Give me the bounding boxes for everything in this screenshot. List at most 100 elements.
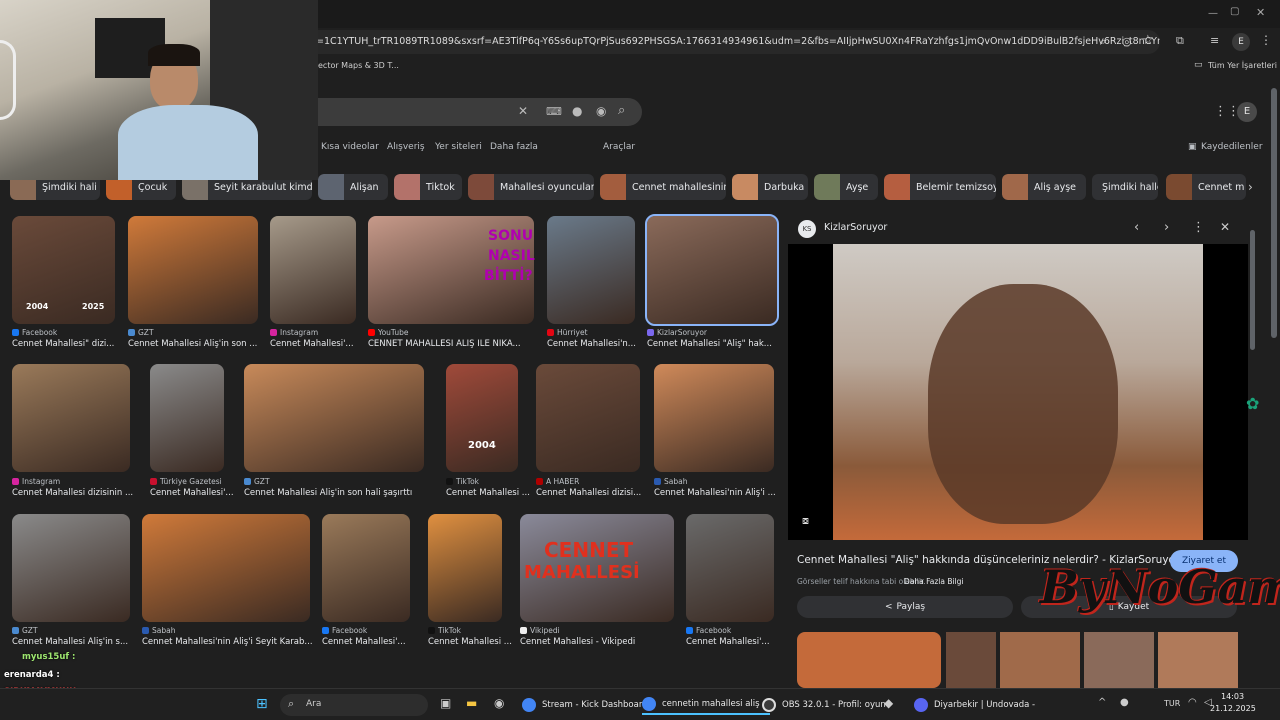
search-icon[interactable]: ⌕ [618,103,625,118]
lens-icon[interactable]: ◉ [596,104,606,118]
wifi-icon[interactable]: ◠ [1188,697,1197,708]
result-title[interactable]: Cennet Mahallesi Aliş'in son ... [128,339,282,349]
image-result[interactable] [536,364,640,472]
image-result[interactable] [244,364,424,472]
keyboard-icon[interactable]: ⌨ [546,105,562,118]
image-result[interactable] [12,364,130,472]
taskbar-item-discord[interactable]: Diyarbekir | Undovada - [914,695,1035,715]
related-image[interactable] [946,632,996,688]
tray-app-icon[interactable]: ● [1120,697,1129,708]
google-search-box[interactable] [300,98,642,126]
related-image[interactable] [797,632,941,688]
address-bar[interactable]: =1C1YTUH_trTR1089TR1089&sxsrf=AE3TifP6q-… [300,30,1160,54]
taskbar-item-chrome[interactable]: cennetin mahallesi aliş ... [642,695,771,715]
image-result[interactable] [128,216,258,324]
taskbar-item-obs[interactable]: OBS 32.0.1 - Profil: oyun [762,695,886,715]
result-title[interactable]: Cennet Mahallesi ... [446,488,542,498]
more-info-link[interactable]: Daha Fazla Bilgi [904,577,963,586]
suggestion-chip[interactable]: Mahallesi oyuncuları [468,174,594,200]
tab-sites[interactable]: Yer siteleri [435,142,482,152]
tab-more[interactable]: Daha fazla [490,142,538,152]
saved-link[interactable]: Kaydedilenler [1201,142,1263,152]
related-image[interactable] [1000,632,1080,688]
tab-shopping[interactable]: Alışveriş [387,142,425,152]
tools-button[interactable]: Araçlar [603,142,635,152]
suggestion-chip[interactable]: Belemir temizsoy [884,174,996,200]
start-icon[interactable]: ⊞ [256,696,268,712]
image-result[interactable] [645,214,779,326]
image-result[interactable] [322,514,410,622]
task-view-icon[interactable]: ▣ [440,696,451,710]
result-title[interactable]: Cennet Mahallesi - Vikipedi [520,637,698,647]
close-panel-icon[interactable]: ✕ [1220,220,1230,234]
result-title[interactable]: Cennet Mahallesi Aliş'in s... [12,637,154,647]
image-result[interactable] [428,514,502,622]
clock-date[interactable]: 21.12.2025 [1210,704,1256,713]
visual-search-icon[interactable]: ⧇ [802,514,809,528]
preview-image[interactable] [833,244,1203,540]
clear-icon[interactable]: ✕ [518,104,528,118]
result-title[interactable]: Cennet Mahallesi'n... [547,339,659,349]
profile-avatar[interactable]: E [1232,33,1250,51]
language-indicator[interactable]: TUR [1164,699,1180,708]
result-title[interactable]: Cennet Mahallesi'... [150,488,248,498]
related-image[interactable] [1158,632,1238,688]
suggestion-chip[interactable]: Cennet m [1166,174,1246,200]
assistant-icon[interactable]: ✿ [1246,394,1259,413]
result-title[interactable]: Cennet Mahallesi'nin Aliş'i Seyit Karab.… [142,637,334,647]
result-title[interactable]: Cennet Mahallesi'... [270,339,380,349]
image-result[interactable] [270,216,356,324]
result-title[interactable]: Cennet Mahallesi ... [428,637,526,647]
tray-chevron-icon[interactable]: ^ [1098,697,1106,708]
tab-short-videos[interactable]: Kısa videolar [321,142,379,152]
result-title[interactable]: Cennet Mahallesi dizisinin ... [12,488,154,498]
more-options-icon[interactable]: ⋮ [1192,220,1205,235]
taskbar-search[interactable]: ⌕ Ara [280,694,428,716]
suggestion-chip[interactable]: Şimdiki halleri [1092,174,1158,200]
media-icon[interactable]: ≡ [1210,34,1219,47]
all-bookmarks[interactable]: Tüm Yer İşaretleri [1208,61,1277,70]
related-image[interactable] [1084,632,1154,688]
prev-icon[interactable]: ‹ [1134,220,1139,235]
zoom-icon[interactable]: ⌕ [1100,35,1106,49]
taskbar-item-stream[interactable]: Stream - Kick Dashboard [522,695,648,715]
image-result[interactable] [686,514,774,622]
result-title[interactable]: Cennet Mahallesi'nin Aliş'i ... [654,488,798,498]
suggestion-chip[interactable]: Ayşe [814,174,878,200]
maximize-icon[interactable]: ▢ [1230,6,1239,17]
result-title[interactable]: Cennet Mahallesi" dizi... [12,339,139,349]
suggestion-chip[interactable]: Darbuka [732,174,808,200]
clock-time[interactable]: 14:03 [1221,692,1244,701]
suggestion-chip[interactable]: Aliş ayşe [1002,174,1086,200]
minimize-icon[interactable]: — [1208,8,1218,19]
mic-icon[interactable]: ● [572,104,582,118]
tracking-icon[interactable]: ◎ [1122,35,1132,48]
share-button[interactable]: < Paylaş [797,596,1013,618]
close-window-icon[interactable]: ✕ [1256,6,1265,19]
image-result[interactable] [446,364,518,472]
image-result[interactable] [654,364,774,472]
result-title[interactable]: Cennet Mahallesi dizisi... [536,488,664,498]
steam-icon[interactable]: ◉ [494,696,504,710]
result-title[interactable]: Cennet Mahallesi "Aliş" hak... [647,339,801,349]
bookmark-star-icon[interactable]: ☆ [1142,33,1154,48]
suggestion-chip[interactable]: Tiktok [394,174,462,200]
bookmark-item[interactable]: ector Maps & 3D T... [318,61,399,70]
image-result[interactable] [547,216,635,324]
menu-icon[interactable]: ⋮ [1260,33,1272,47]
result-title[interactable]: Cennet Mahallesi'... [686,637,798,647]
page-scrollbar[interactable] [1271,88,1277,338]
image-result[interactable] [150,364,224,472]
extensions-icon[interactable]: ⧉ [1176,34,1184,48]
next-icon[interactable]: › [1164,220,1169,235]
chips-next-icon[interactable]: › [1248,180,1253,194]
suggestion-chip[interactable]: Alişan [318,174,388,200]
panel-site-name[interactable]: KizlarSoruyor [824,222,887,233]
image-result[interactable] [12,514,130,622]
image-result[interactable] [142,514,310,622]
file-explorer-icon[interactable]: ▬ [466,696,477,710]
result-title[interactable]: Cennet Mahallesi'... [322,637,434,647]
app-icon[interactable]: ◆ [884,696,893,710]
panel-scrollbar[interactable] [1250,230,1255,350]
suggestion-chip[interactable]: Cennet mahallesinin [600,174,726,200]
